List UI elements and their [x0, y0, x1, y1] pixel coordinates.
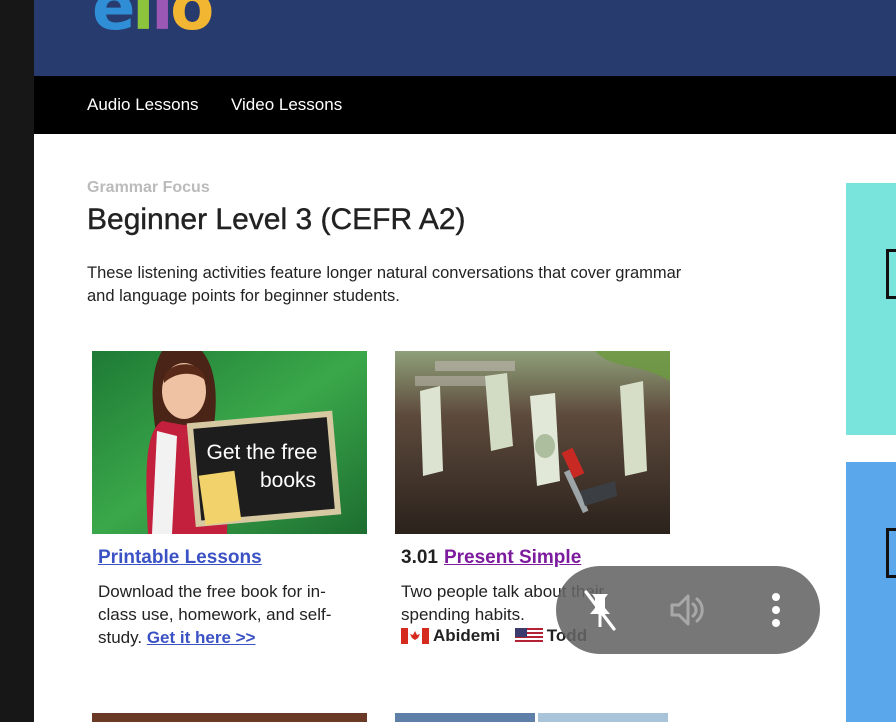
usa-flag-icon	[514, 627, 543, 644]
site-header: ello	[34, 0, 896, 76]
promo-bracket-mark	[886, 249, 896, 299]
nav-audio-lessons[interactable]: Audio Lessons	[87, 95, 199, 115]
card-title: Printable Lessons	[98, 547, 262, 569]
logo-letter: o	[170, 0, 214, 45]
board-text-line-1: Get the free	[207, 441, 318, 464]
logo-letter: e	[92, 0, 135, 45]
site-logo[interactable]: ello	[92, 0, 214, 40]
printable-books-thumbnail[interactable]: Get the free books	[92, 351, 367, 534]
get-it-here-link[interactable]: Get it here >>	[147, 628, 256, 647]
logo-letter: l	[151, 0, 173, 45]
volume-button[interactable]	[664, 586, 712, 634]
media-controls-overlay	[556, 566, 820, 654]
next-card-thumbnail[interactable]	[92, 713, 367, 722]
page-title: Beginner Level 3 (CEFR A2)	[87, 203, 466, 236]
sidebar-promo-blue[interactable]	[846, 462, 896, 722]
page-description: These listening activities feature longe…	[87, 264, 682, 305]
unpin-icon	[584, 590, 616, 631]
present-simple-thumbnail[interactable]	[395, 351, 670, 534]
card-description: Download the free book for in-class use,…	[98, 580, 360, 649]
more-vertical-icon	[772, 593, 780, 627]
promo-bracket-mark	[886, 528, 896, 578]
printable-lessons-link[interactable]: Printable Lessons	[98, 547, 262, 568]
present-simple-link[interactable]: Present Simple	[444, 547, 581, 568]
sidebar-promo-teal[interactable]	[846, 183, 896, 435]
board-text-line-2: books	[260, 469, 316, 492]
card-title: 3.01 Present Simple	[401, 547, 581, 569]
speaker-name[interactable]: Abidemi	[433, 626, 500, 646]
logo-letter: l	[132, 0, 154, 45]
card-printable-lessons: Get the free books Printable Lessons Dow…	[92, 351, 367, 647]
main-nav: Audio Lessons Video Lessons	[34, 76, 896, 134]
next-card-thumbnail[interactable]	[395, 713, 535, 722]
canada-flag-icon	[401, 627, 429, 644]
section-kicker: Grammar Focus	[87, 179, 210, 196]
nav-video-lessons[interactable]: Video Lessons	[231, 95, 342, 115]
left-edge-strip	[0, 0, 34, 722]
more-options-button[interactable]	[752, 586, 800, 634]
lesson-number: 3.01	[401, 547, 438, 568]
unpin-button[interactable]	[576, 586, 624, 634]
next-card-thumbnail[interactable]	[538, 713, 668, 722]
volume-icon	[670, 594, 704, 626]
card-present-simple: 3.01 Present Simple Two people talk about…	[395, 351, 670, 645]
